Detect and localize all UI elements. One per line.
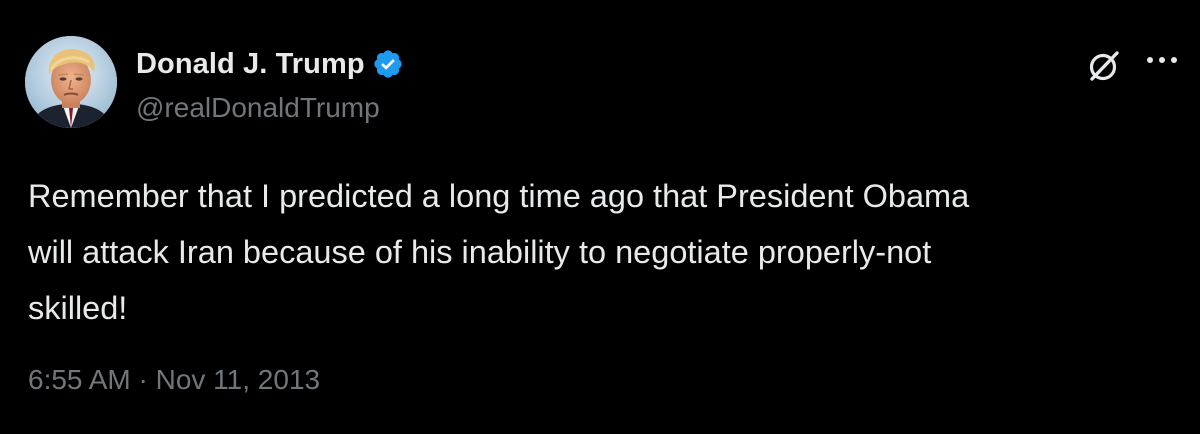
- more-options-icon[interactable]: [1142, 46, 1182, 76]
- verified-badge-icon[interactable]: [372, 48, 404, 80]
- avatar[interactable]: [25, 36, 117, 128]
- avatar-image: [25, 36, 117, 128]
- post-timestamp[interactable]: 6:55 AM · Nov 11, 2013: [28, 364, 320, 396]
- author-display-name[interactable]: Donald J. Trump: [136, 48, 365, 81]
- tweet-card: Donald J. Trump @realDonaldTrump Remembe…: [0, 0, 1200, 434]
- grok-icon[interactable]: [1086, 48, 1122, 84]
- post-text: Remember that I predicted a long time ag…: [28, 178, 970, 326]
- author-name-row: Donald J. Trump: [136, 44, 404, 84]
- author-handle[interactable]: @realDonaldTrump: [136, 92, 380, 124]
